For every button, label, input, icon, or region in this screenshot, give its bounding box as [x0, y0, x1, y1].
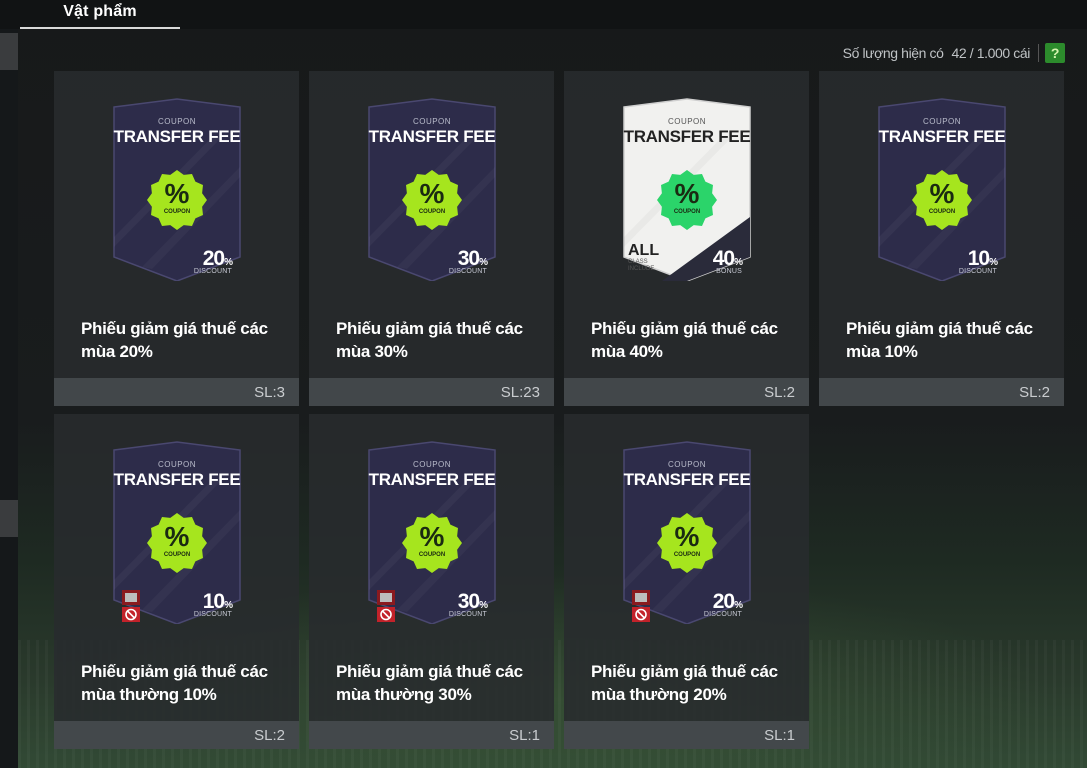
- item-title: Phiếu giảm giá thuế các mùa 10%: [846, 319, 1033, 361]
- item-quantity: SL:23: [500, 384, 540, 401]
- transfer-fee-caption: TRANSFER FEE: [623, 127, 751, 146]
- sidebar-tab-top[interactable]: [0, 33, 18, 70]
- class-text: CLASS: [628, 259, 648, 265]
- item-footer: SL:2: [819, 378, 1064, 406]
- item-footer: SL:2: [564, 378, 809, 406]
- all-class-label: ALL CLASS INCLUDE: [628, 243, 659, 273]
- item-title: Phiếu giảm giá thuế các mùa 20%: [81, 319, 268, 361]
- item-tile[interactable]: COUPON TRANSFER FEE % COUPON 10% DISCOUN…: [54, 414, 299, 749]
- coupon-badge-icon: % COUPON: [146, 512, 208, 574]
- coupon-caption: COUPON: [412, 460, 452, 469]
- coupon-badge-icon: % COUPON: [656, 512, 718, 574]
- coupon-badge-icon: % COUPON: [401, 512, 463, 574]
- item-tile[interactable]: COUPON TRANSFER FEE % COUPON 20% DISCOUN…: [564, 414, 809, 749]
- transfer-fee-caption: TRANSFER FEE: [368, 470, 496, 489]
- untradeable-icon: [377, 590, 395, 622]
- item-tile[interactable]: COUPON TRANSFER FEE % COUPON 10% DISCOUN…: [819, 71, 1064, 406]
- coupon-caption: COUPON: [157, 117, 197, 126]
- discount-value: 10% DISCOUNT: [958, 247, 998, 275]
- coupon-caption: COUPON: [667, 117, 707, 126]
- coupon-card: COUPON TRANSFER FEE % COUPON 10% DISCOUN…: [877, 97, 1007, 281]
- top-bar: Vật phẩm: [0, 0, 1087, 29]
- coupon-badge-icon: % COUPON: [146, 169, 208, 231]
- sidebar-tab-middle[interactable]: [0, 500, 18, 537]
- coupon-badge-icon: % COUPON: [401, 169, 463, 231]
- discount-value: 40% BONUS: [712, 247, 743, 275]
- item-title: Phiếu giảm giá thuế các mùa thường 10%: [81, 662, 268, 704]
- discount-value: 30% DISCOUNT: [448, 590, 488, 618]
- item-title: Phiếu giảm giá thuế các mùa 30%: [336, 319, 523, 361]
- discount-value: 20% DISCOUNT: [193, 247, 233, 275]
- coupon-caption: COUPON: [922, 117, 962, 126]
- transfer-fee-caption: TRANSFER FEE: [113, 127, 241, 146]
- item-footer: SL:23: [309, 378, 554, 406]
- divider: [1038, 44, 1039, 62]
- item-tile[interactable]: COUPON TRANSFER FEE % COUPON 20% DISCOUN…: [54, 71, 299, 406]
- item-quantity: SL:2: [254, 727, 285, 744]
- transfer-fee-caption: TRANSFER FEE: [368, 127, 496, 146]
- all-text: ALL: [628, 242, 660, 259]
- discount-value: 30% DISCOUNT: [448, 247, 488, 275]
- item-quantity: SL:2: [764, 384, 795, 401]
- item-tile[interactable]: COUPON TRANSFER FEE % COUPON 30% DISCOUN…: [309, 71, 554, 406]
- coupon-badge-icon: % COUPON: [656, 169, 718, 231]
- stock-value: 42 / 1.000 cái: [951, 45, 1031, 61]
- discount-value: 20% DISCOUNT: [703, 590, 743, 618]
- coupon-caption: COUPON: [157, 460, 197, 469]
- coupon-card: COUPON TRANSFER FEE % COUPON 30% DISCOUN…: [367, 97, 497, 281]
- coupon-caption: COUPON: [412, 117, 452, 126]
- transfer-fee-caption: TRANSFER FEE: [878, 127, 1006, 146]
- stock-counter: Số lượng hiện có 42 / 1.000 cái ?: [843, 42, 1065, 64]
- untradeable-icon: [122, 590, 140, 622]
- include-text: INCLUDE: [628, 266, 655, 272]
- tab-items[interactable]: Vật phẩm: [20, 0, 180, 29]
- stock-label: Số lượng hiện có: [842, 45, 944, 61]
- discount-value: 10% DISCOUNT: [193, 590, 233, 618]
- item-quantity: SL:2: [1019, 384, 1050, 401]
- item-quantity: SL:3: [254, 384, 285, 401]
- item-title: Phiếu giảm giá thuế các mùa 40%: [591, 319, 778, 361]
- transfer-fee-caption: TRANSFER FEE: [113, 470, 241, 489]
- coupon-card: COUPON TRANSFER FEE % COUPON 20% DISCOUN…: [622, 440, 752, 624]
- item-quantity: SL:1: [764, 727, 795, 744]
- item-footer: SL:1: [309, 721, 554, 749]
- item-tile[interactable]: COUPON TRANSFER FEE % COUPON 40% BONUS A…: [564, 71, 809, 406]
- item-title: Phiếu giảm giá thuế các mùa thường 30%: [336, 662, 523, 704]
- untradeable-icon: [632, 590, 650, 622]
- item-footer: SL:2: [54, 721, 299, 749]
- coupon-card: COUPON TRANSFER FEE % COUPON 30% DISCOUN…: [367, 440, 497, 624]
- coupon-card: COUPON TRANSFER FEE % COUPON 40% BONUS A…: [622, 97, 752, 281]
- item-title: Phiếu giảm giá thuế các mùa thường 20%: [591, 662, 778, 704]
- item-footer: SL:3: [54, 378, 299, 406]
- coupon-badge-icon: % COUPON: [911, 169, 973, 231]
- coupon-card: COUPON TRANSFER FEE % COUPON 10% DISCOUN…: [112, 440, 242, 624]
- item-tile[interactable]: COUPON TRANSFER FEE % COUPON 30% DISCOUN…: [309, 414, 554, 749]
- transfer-fee-caption: TRANSFER FEE: [623, 470, 751, 489]
- coupon-caption: COUPON: [667, 460, 707, 469]
- item-footer: SL:1: [564, 721, 809, 749]
- item-quantity: SL:1: [509, 727, 540, 744]
- coupon-card: COUPON TRANSFER FEE % COUPON 20% DISCOUN…: [112, 97, 242, 281]
- sidebar-strip: [0, 29, 18, 768]
- help-button[interactable]: ?: [1045, 43, 1065, 63]
